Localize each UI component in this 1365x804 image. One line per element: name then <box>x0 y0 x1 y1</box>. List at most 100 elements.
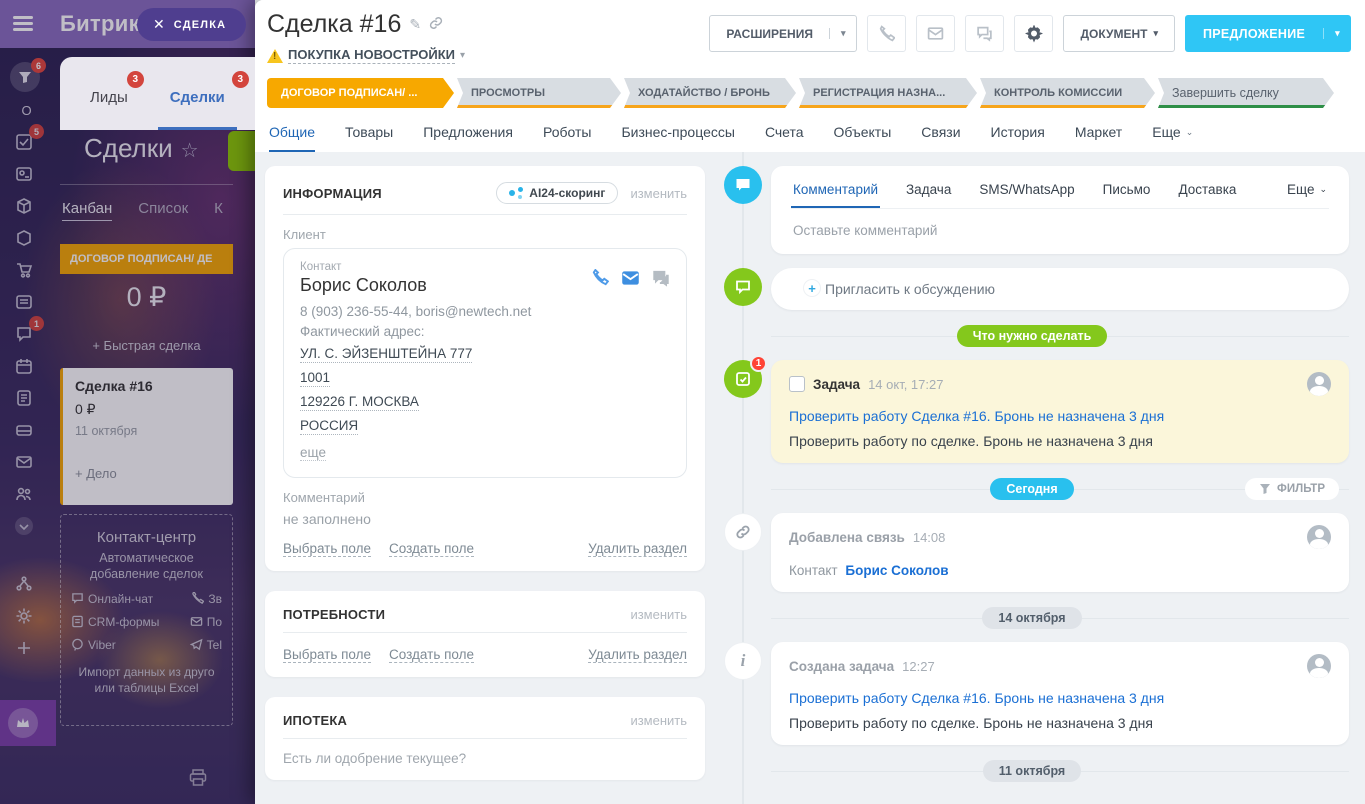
tab-objects[interactable]: Объекты <box>834 124 892 152</box>
date-badge-14: 14 октября <box>982 607 1081 629</box>
task-created-body: Проверить работу по сделке. Бронь не наз… <box>789 715 1331 731</box>
pipeline-name[interactable]: ПОКУПКА НОВОСТРОЙКИ <box>288 47 455 64</box>
task-created-label: Создана задача <box>789 659 894 674</box>
stage-commission-control[interactable]: КОНТРОЛЬ КОМИССИИ <box>980 78 1155 108</box>
delete-section-link[interactable]: Удалить раздел <box>588 647 687 663</box>
stage-petition-booking[interactable]: ХОДАТАЙСТВО / БРОНЬ <box>624 78 796 108</box>
stage-registration[interactable]: РЕГИСТРАЦИЯ НАЗНА... <box>799 78 977 108</box>
tab-products[interactable]: Товары <box>345 124 393 152</box>
comment-bubble-icon <box>724 166 762 204</box>
create-field-link[interactable]: Создать поле <box>389 541 474 557</box>
task-created-entry[interactable]: Создана задача 12:27 Проверить работу Сд… <box>771 642 1349 745</box>
address-line[interactable]: 1001 <box>300 370 330 387</box>
link-icon <box>724 513 762 551</box>
tab-market[interactable]: Маркет <box>1075 124 1122 152</box>
delete-section-link[interactable]: Удалить раздел <box>588 541 687 557</box>
slider-entity-label: СДЕЛКА <box>174 19 227 31</box>
tab-leads[interactable]: Лиды 3 <box>78 89 140 130</box>
task-entry[interactable]: Задача 14 окт, 17:27 Проверить работу Сд… <box>771 360 1349 463</box>
task-label: Задача <box>813 377 860 392</box>
create-field-link[interactable]: Создать поле <box>389 647 474 663</box>
contact-name[interactable]: Борис Соколов <box>300 275 427 296</box>
contact-call-icon[interactable] <box>591 269 609 292</box>
close-icon[interactable]: ✕ <box>153 16 165 33</box>
composer-more-caret-icon: ⌄ <box>1319 184 1327 195</box>
tab-invoices[interactable]: Счета <box>765 124 804 152</box>
avatar[interactable] <box>1307 654 1331 678</box>
comment-value[interactable]: не заполнено <box>283 511 687 527</box>
extensions-caret-icon[interactable]: ▾ <box>829 28 857 39</box>
chat-button[interactable] <box>965 15 1004 52</box>
address-line[interactable]: УЛ. С. ЭЙЗЕНШТЕЙНА 777 <box>300 346 472 363</box>
task-title-link[interactable]: Проверить работу Сделка #16. Бронь не на… <box>789 408 1331 424</box>
information-edit-link[interactable]: изменить <box>630 186 687 201</box>
screen: Битрик 6 О 5 <box>0 0 1365 804</box>
avatar[interactable] <box>1307 525 1331 549</box>
task-body: Проверить работу по сделке. Бронь не наз… <box>789 433 1331 449</box>
timeline-column: Комментарий Задача SMS/WhatsApp Письмо Д… <box>715 152 1365 804</box>
contact-chat-icon[interactable] <box>652 269 670 292</box>
needs-card: ПОТРЕБНОСТИ изменить Выбрать поле Создат… <box>265 591 705 677</box>
leads-badge: 3 <box>127 71 144 88</box>
contact-card[interactable]: Контакт Борис Соколов <box>283 248 687 478</box>
composer-tab-delivery[interactable]: Доставка <box>1176 176 1238 208</box>
avatar[interactable] <box>1307 372 1331 396</box>
stage-contract-signed[interactable]: ДОГОВОР ПОДПИСАН/ ... <box>267 78 454 108</box>
link-added-entry[interactable]: Добавлена связь 14:08 Контакт Борис Соко… <box>771 513 1349 592</box>
info-icon: i <box>724 642 762 680</box>
offer-caret-icon[interactable]: ▾ <box>1323 28 1351 39</box>
edit-title-icon[interactable]: ✎ <box>409 16 421 33</box>
offer-button[interactable]: ПРЕДЛОЖЕНИЕ ▾ <box>1185 15 1351 52</box>
stage-viewings[interactable]: ПРОСМОТРЫ <box>457 78 621 108</box>
composer-tab-letter[interactable]: Письмо <box>1101 176 1153 208</box>
link-contact-name[interactable]: Борис Соколов <box>845 563 948 578</box>
pipeline-caret-icon[interactable]: ▾ <box>460 50 465 61</box>
funnel-icon <box>1259 483 1271 495</box>
comment-input[interactable]: Оставьте комментарий <box>791 209 1329 240</box>
information-card: ИНФОРМАЦИЯ AI24-скоринг изменить Клиент <box>265 166 705 571</box>
document-button[interactable]: ДОКУМЕНТ ▾ <box>1063 15 1175 52</box>
tab-history[interactable]: История <box>991 124 1045 152</box>
mortgage-edit-link[interactable]: изменить <box>630 713 687 728</box>
ai-scoring-button[interactable]: AI24-скоринг <box>496 182 618 204</box>
needs-edit-link[interactable]: изменить <box>630 607 687 622</box>
stage-finish-deal[interactable]: Завершить сделку <box>1158 78 1334 108</box>
entity-tabs: Лиды 3 Сделки 3 <box>60 57 255 130</box>
contact-email-icon[interactable] <box>621 269 640 292</box>
email-button[interactable] <box>916 15 955 52</box>
today-badge: Сегодня <box>990 478 1073 500</box>
tab-robots[interactable]: Роботы <box>543 124 591 152</box>
invite-to-discussion[interactable]: + Пригласить к обсуждению <box>771 268 1349 310</box>
filter-button[interactable]: ФИЛЬТР <box>1245 478 1339 500</box>
copy-link-icon[interactable] <box>429 16 443 33</box>
tab-general[interactable]: Общие <box>269 124 315 152</box>
task-created-title-link[interactable]: Проверить работу Сделка #16. Бронь не на… <box>789 690 1331 706</box>
tab-links[interactable]: Связи <box>921 124 960 152</box>
tab-deals[interactable]: Сделки 3 <box>158 89 237 130</box>
tab-quotes[interactable]: Предложения <box>423 124 513 152</box>
extensions-button[interactable]: РАСШИРЕНИЯ ▾ <box>709 15 857 52</box>
contact-phone-email[interactable]: 8 (903) 236-55-44, boris@newtech.net <box>300 304 670 319</box>
call-button[interactable] <box>867 15 906 52</box>
slider-close-pill[interactable]: ✕ СДЕЛКА <box>137 8 246 41</box>
todo-badge-row: Что нужно сделать <box>715 324 1349 348</box>
deal-title: Сделка #16 <box>267 10 401 39</box>
select-field-link[interactable]: Выбрать поле <box>283 541 371 557</box>
today-badge-row: Сегодня ФИЛЬТР <box>715 477 1349 501</box>
composer-tab-task[interactable]: Задача <box>904 176 953 208</box>
address-line[interactable]: 129226 Г. МОСКВА <box>300 394 419 411</box>
address-line[interactable]: РОССИЯ <box>300 418 358 435</box>
task-count-badge: 1 <box>750 355 767 372</box>
select-field-link[interactable]: Выбрать поле <box>283 647 371 663</box>
timeline-composer[interactable]: Комментарий Задача SMS/WhatsApp Письмо Д… <box>771 166 1349 254</box>
tab-bizproc[interactable]: Бизнес-процессы <box>621 124 734 152</box>
needs-title: ПОТРЕБНОСТИ <box>283 607 385 622</box>
task-check-icon: 1 <box>724 360 762 398</box>
composer-tab-more[interactable]: Еще⌄ <box>1285 176 1329 208</box>
gear-icon[interactable] <box>1014 15 1053 52</box>
composer-tab-comment[interactable]: Комментарий <box>791 176 880 208</box>
task-checkbox[interactable] <box>789 376 805 392</box>
tab-more[interactable]: Еще⌄ <box>1152 124 1193 152</box>
composer-tab-sms[interactable]: SMS/WhatsApp <box>977 176 1076 208</box>
contact-more-link[interactable]: еще <box>300 445 326 461</box>
